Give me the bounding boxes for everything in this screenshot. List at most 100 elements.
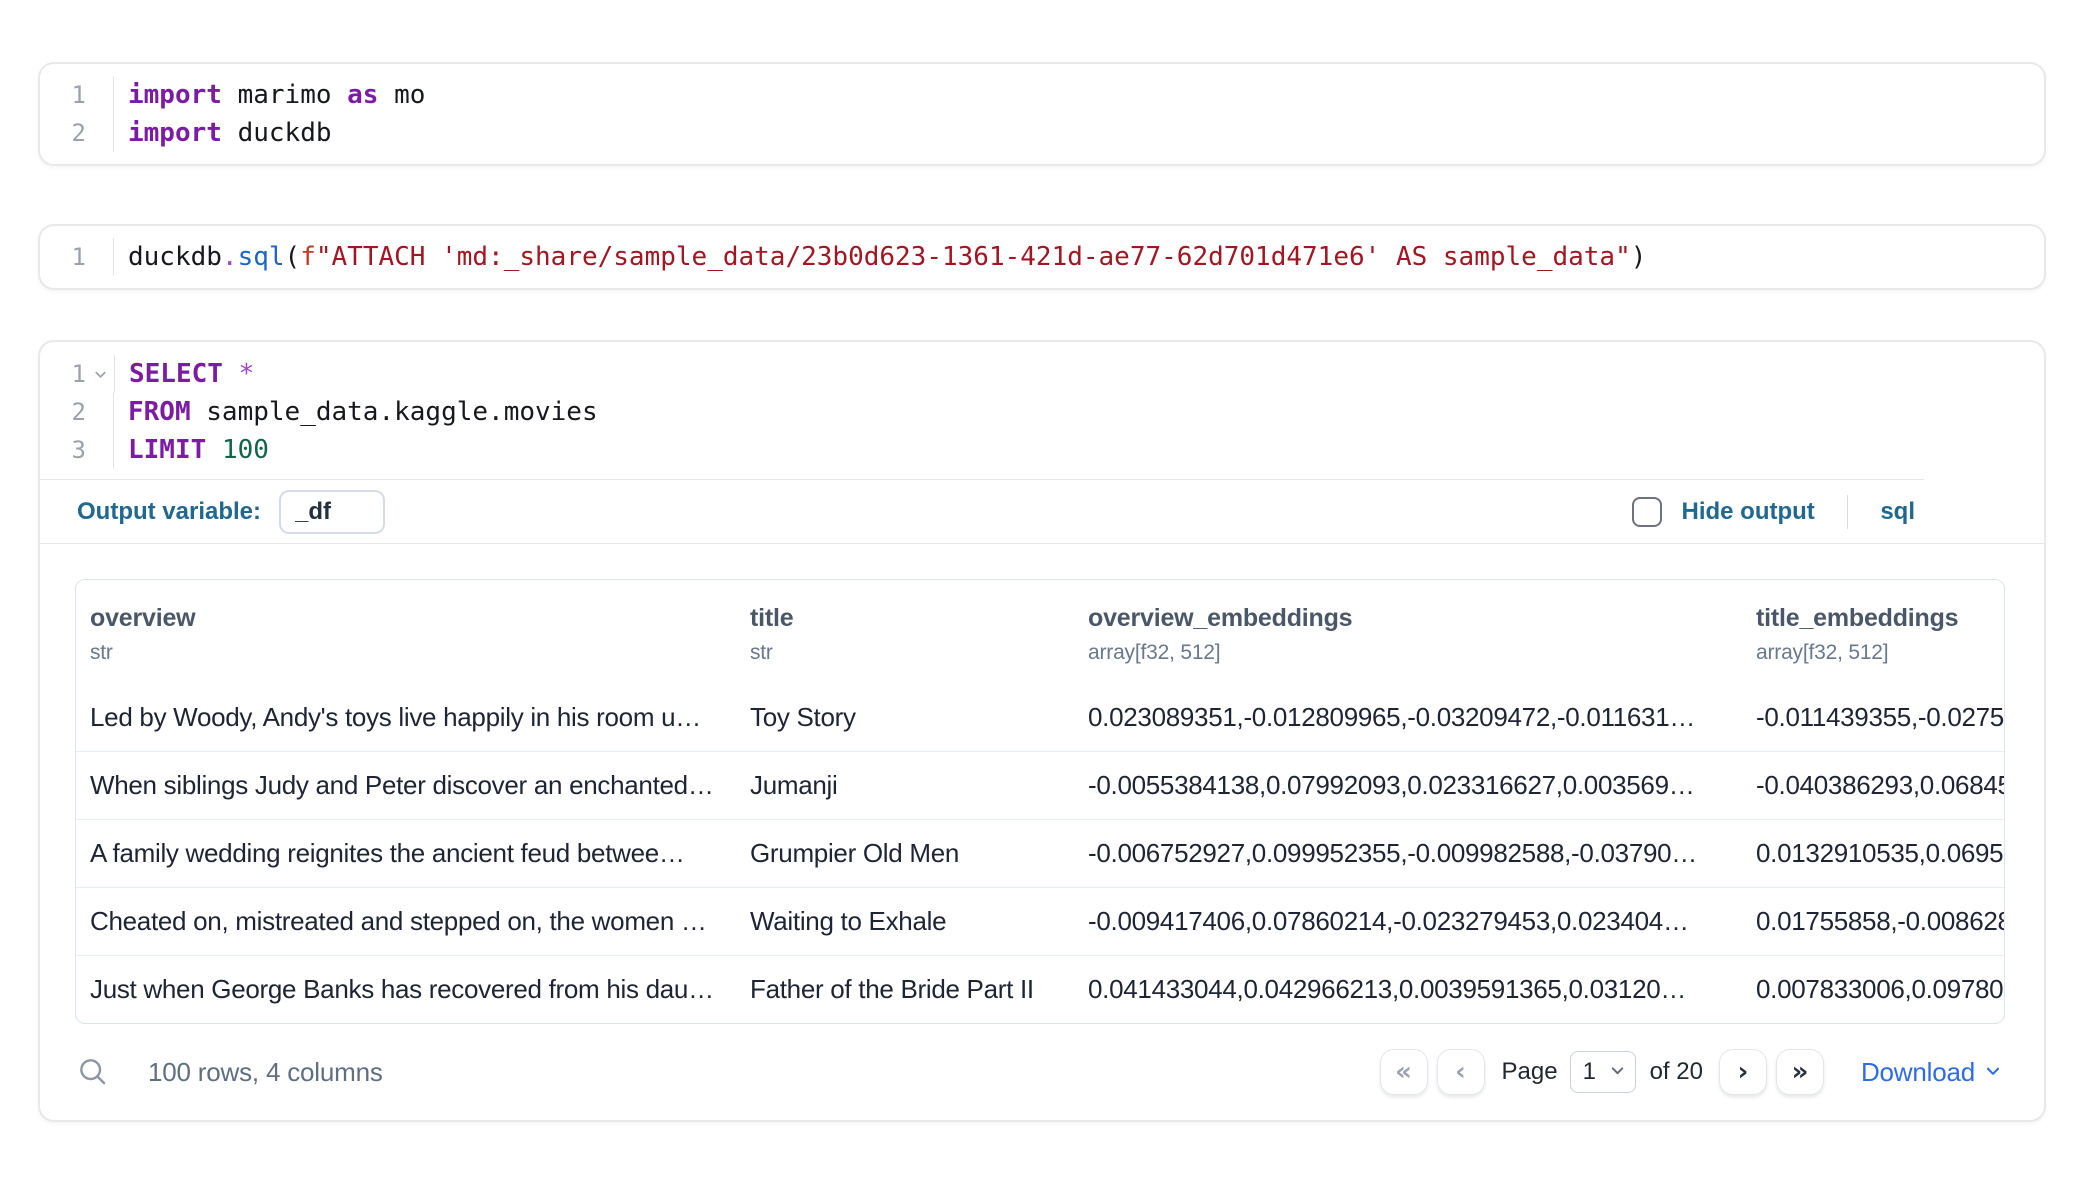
column-header-overview[interactable]: overviewstr: [76, 604, 736, 665]
page-label: Page: [1502, 1058, 1558, 1086]
table-cell: -0.006752927,0.099952355,-0.009982588,-0…: [1074, 838, 1742, 869]
table-cell: -0.040386293,0.068451: [1742, 770, 2004, 801]
fold-chevron-icon[interactable]: [86, 355, 114, 393]
hide-output-label[interactable]: Hide output: [1682, 498, 1815, 526]
sql-code-editor[interactable]: 1 SELECT * 2 FROM sample_data.kaggle.movies…: [40, 342, 1924, 480]
code-token: "ATTACH 'md:_share/sample_data/23b0d623-…: [316, 242, 1631, 272]
line-number-gutter: 1: [40, 238, 114, 276]
table-footer-left: 100 rows, 4 columns: [76, 1055, 383, 1090]
chevron-down-icon: [1984, 1062, 2002, 1083]
table-cell: 0.023089351,-0.012809965,-0.03209472,-0.…: [1074, 702, 1742, 733]
table-body: Led by Woody, Andy's toys live happily i…: [76, 683, 2004, 1023]
page-select[interactable]: 1: [1570, 1051, 1636, 1093]
code-token: ): [1631, 242, 1647, 272]
first-page-button[interactable]: «: [1380, 1049, 1428, 1095]
line-number-gutter: 1: [40, 355, 115, 393]
row-count-summary: 100 rows, 4 columns: [148, 1057, 383, 1088]
code-token: duckdb: [128, 242, 222, 272]
search-button[interactable]: [76, 1055, 108, 1090]
table-cell: When siblings Judy and Peter discover an…: [76, 770, 736, 801]
code-text: import duckdb: [114, 114, 332, 152]
table-cell: Led by Woody, Andy's toys live happily i…: [76, 702, 736, 733]
download-label: Download: [1861, 1057, 1975, 1088]
sql-cell-toolbar: Output variable: Hide output sql: [40, 480, 2044, 544]
code-text: SELECT *: [115, 355, 254, 393]
code-token: sql: [238, 242, 285, 272]
hide-output-checkbox[interactable]: [1632, 497, 1662, 527]
table-cell: Toy Story: [736, 702, 1074, 733]
download-button[interactable]: Download: [1861, 1057, 2002, 1088]
code-token: mo: [378, 80, 425, 110]
code-token: [223, 359, 239, 389]
code-line: 1import marimo as mo: [40, 76, 2044, 114]
column-header-overview_embeddings[interactable]: overview_embeddings array[f32, 512]: [1074, 604, 1742, 665]
code-token: SELECT: [129, 359, 223, 389]
table-cell: Cheated on, mistreated and stepped on, t…: [76, 906, 736, 937]
language-toggle-sql[interactable]: sql: [1880, 498, 1915, 526]
code-token: LIMIT: [128, 435, 206, 465]
code-token: [206, 435, 222, 465]
table-cell: -0.009417406,0.07860214,-0.023279453,0.0…: [1074, 906, 1742, 937]
code-line: 3 LIMIT 100: [40, 431, 1924, 469]
column-dtype: array[f32, 512]: [1088, 641, 1742, 665]
last-page-button[interactable]: »: [1776, 1049, 1824, 1095]
output-variable-label: Output variable:: [77, 498, 261, 526]
table-row: Led by Woody, Andy's toys live happily i…: [76, 683, 2004, 751]
table-cell: 0.041433044,0.042966213,0.0039591365,0.0…: [1074, 974, 1742, 1005]
table-cell: A family wedding reignites the ancient f…: [76, 838, 736, 869]
next-page-button[interactable]: ›: [1719, 1049, 1767, 1095]
line-number: 2: [40, 114, 86, 152]
code-token: as: [347, 80, 378, 110]
line-number: 3: [40, 431, 86, 469]
line-number-gutter: 3: [40, 431, 114, 469]
table-footer: 100 rows, 4 columns « ‹ Page 1 of 20 › »…: [40, 1024, 2044, 1120]
column-header-title[interactable]: titlestr: [736, 604, 1074, 665]
previous-page-button[interactable]: ‹: [1437, 1049, 1485, 1095]
output-variable-group: Output variable:: [77, 490, 385, 534]
code-line: 2 import duckdb: [40, 114, 2044, 152]
line-number-gutter: 1: [40, 76, 114, 114]
code-line: 1 duckdb.sql(f"ATTACH 'md:_share/sample_d…: [40, 238, 2044, 276]
table-header-row: overviewstrtitlestr overview_embeddingsar…: [76, 580, 2004, 683]
column-name: overview: [90, 604, 736, 633]
column-name: title_embeddings: [1756, 604, 2004, 633]
table-cell: Jumanji: [736, 770, 1074, 801]
code-token: 100: [222, 435, 269, 465]
table-cell: Just when George Banks has recovered fro…: [76, 974, 736, 1005]
table-cell: Waiting to Exhale: [736, 906, 1074, 937]
code-editor[interactable]: 1 duckdb.sql(f"ATTACH 'md:_share/sample_d…: [40, 226, 2044, 288]
column-header-title_embeddings[interactable]: title_embeddings array[f32, 512]: [1742, 604, 2004, 665]
code-token: f: [300, 242, 316, 272]
chevron-down-icon: [1609, 1058, 1626, 1086]
table-row: Just when George Banks has recovered fro…: [76, 955, 2004, 1023]
code-editor[interactable]: 1import marimo as mo2import duckdb: [40, 64, 2044, 164]
code-text: duckdb.sql(f"ATTACH 'md:_share/sample_da…: [114, 238, 1646, 276]
line-number: 1: [40, 355, 86, 393]
output-variable-input[interactable]: [279, 490, 385, 534]
table-cell: 0.0132910535,0.06958: [1742, 838, 2004, 869]
table-cell: -0.011439355,-0.02752: [1742, 702, 2004, 733]
code-token: import: [128, 80, 222, 110]
cell-output: overviewstrtitlestr overview_embeddingsar…: [40, 544, 2044, 1024]
code-line: 1 SELECT *: [40, 355, 1924, 393]
line-number: 2: [40, 393, 86, 431]
table-cell: 0.01755858,-0.0086286: [1742, 906, 2004, 937]
code-token: .: [222, 242, 238, 272]
code-token: (: [285, 242, 301, 272]
table-row: A family wedding reignites the ancient f…: [76, 819, 2004, 887]
column-name: overview_embeddings: [1088, 604, 1742, 633]
code-line: 2 FROM sample_data.kaggle.movies: [40, 393, 1924, 431]
page-count-label: of 20: [1650, 1058, 1703, 1086]
cell-gap: [38, 166, 2086, 224]
code-text: LIMIT 100: [114, 431, 269, 469]
code-token: FROM: [128, 397, 191, 427]
search-icon: [76, 1055, 108, 1090]
column-dtype: array[f32, 512]: [1756, 641, 2004, 665]
table-cell: Grumpier Old Men: [736, 838, 1074, 869]
code-text: FROM sample_data.kaggle.movies: [114, 393, 598, 431]
line-number-gutter: 2: [40, 114, 114, 152]
line-number: 1: [40, 238, 86, 276]
table-row: Cheated on, mistreated and stepped on, t…: [76, 887, 2004, 955]
code-text: import marimo as mo: [114, 76, 425, 114]
dataframe-table: overviewstrtitlestr overview_embeddingsar…: [75, 579, 2005, 1024]
